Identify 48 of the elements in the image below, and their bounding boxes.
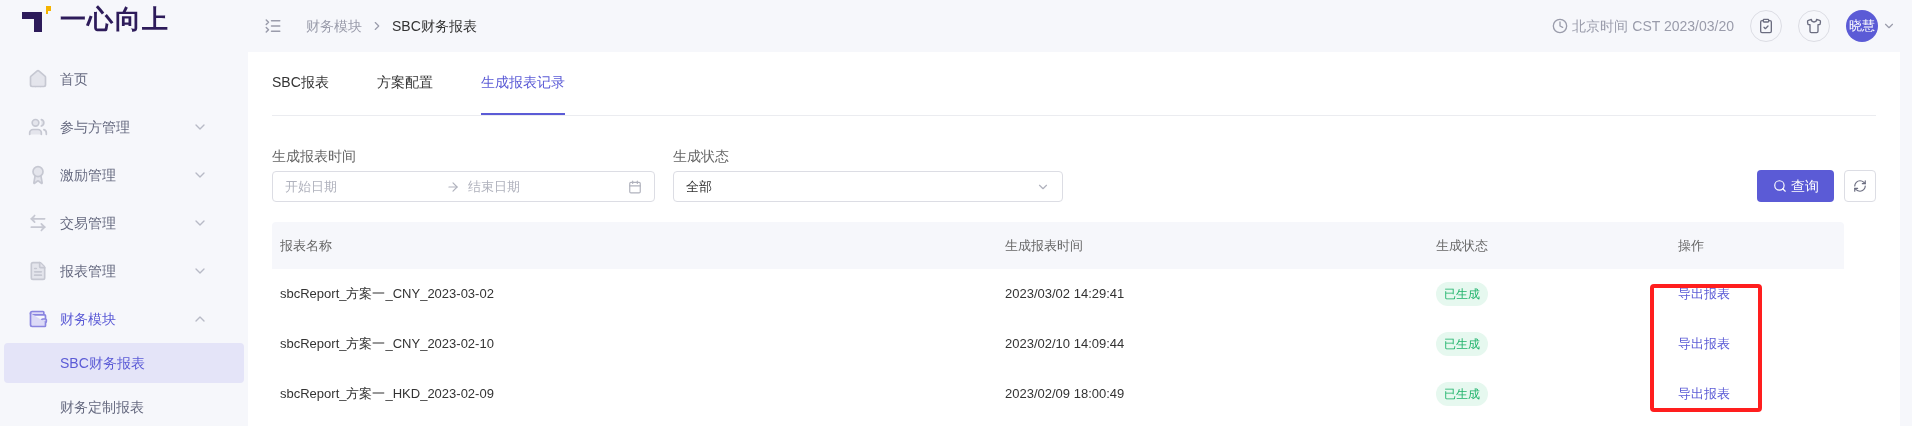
menu-icon (28, 213, 48, 233)
refresh-button[interactable] (1844, 170, 1876, 202)
sidebar-item[interactable]: 交易管理 (0, 199, 248, 247)
sidebar-item[interactable]: 参与方管理 (0, 103, 248, 151)
export-link[interactable]: 导出报表 (1678, 286, 1730, 302)
table-cell-text: 2023/03/02 14:29:41 (1004, 285, 1126, 304)
export-link[interactable]: 导出报表 (1678, 386, 1730, 402)
clock-text: 北京时间 CST 2023/03/20 (1572, 16, 1734, 36)
logo-text: 一心向上 (60, 3, 170, 36)
column-header: 生成报表时间 (1004, 236, 1084, 255)
menu-icon (28, 309, 48, 329)
submenu-item[interactable]: SBC财务报表 (4, 343, 244, 383)
column-header: 报表名称 (279, 236, 333, 255)
field-label: 生成状态 (673, 147, 730, 166)
shirt-icon (1806, 18, 1822, 34)
tab[interactable]: 生成报表记录 (480, 52, 565, 115)
tab[interactable]: 方案配置 (376, 52, 433, 115)
menu-icon (28, 69, 48, 89)
menu-icon (28, 117, 48, 137)
status-badge: 已生成 (1436, 332, 1488, 356)
clock-icon (1552, 18, 1569, 34)
column-header: 生成状态 (1435, 236, 1489, 255)
status-badge: 已生成 (1436, 382, 1488, 406)
sidebar-item[interactable]: 激励管理 (0, 151, 248, 199)
column-header: 操作 (1677, 236, 1705, 255)
table-cell-text: sbcReport_方案一_HKD_2023-02-09 (279, 385, 495, 404)
tab[interactable]: SBC报表 (272, 52, 329, 115)
sidebar-item[interactable]: 报表管理 (0, 247, 248, 295)
refresh-icon (1853, 179, 1867, 193)
avatar[interactable]: 晓慧 (1846, 10, 1878, 42)
collapse-icon[interactable] (264, 17, 282, 35)
export-link[interactable]: 导出报表 (1678, 336, 1730, 352)
breadcrumb-item: SBC财务报表 (392, 16, 477, 36)
sidebar-item[interactable]: 财务模块 (0, 295, 248, 343)
table-cell-text: 2023/02/10 14:09:44 (1004, 335, 1126, 354)
calendar-icon (628, 179, 642, 194)
table-cell-text: 2023/02/09 18:00:49 (1004, 385, 1126, 404)
sidebar-item[interactable]: 首页 (0, 55, 248, 103)
menu-icon (28, 261, 48, 281)
query-button[interactable]: 查询 (1757, 170, 1834, 202)
submenu-item[interactable]: 财务定制报表 (4, 387, 244, 426)
status-select[interactable]: 全部 (673, 171, 1063, 202)
search-icon (1772, 179, 1787, 193)
clipboard-check-icon (1758, 18, 1774, 34)
status-badge: 已生成 (1436, 282, 1488, 306)
field-label: 生成报表时间 (272, 147, 357, 166)
table-cell-text: sbcReport_方案一_CNY_2023-02-10 (279, 335, 495, 354)
table-cell-text: sbcReport_方案一_CNY_2023-03-02 (279, 285, 495, 304)
